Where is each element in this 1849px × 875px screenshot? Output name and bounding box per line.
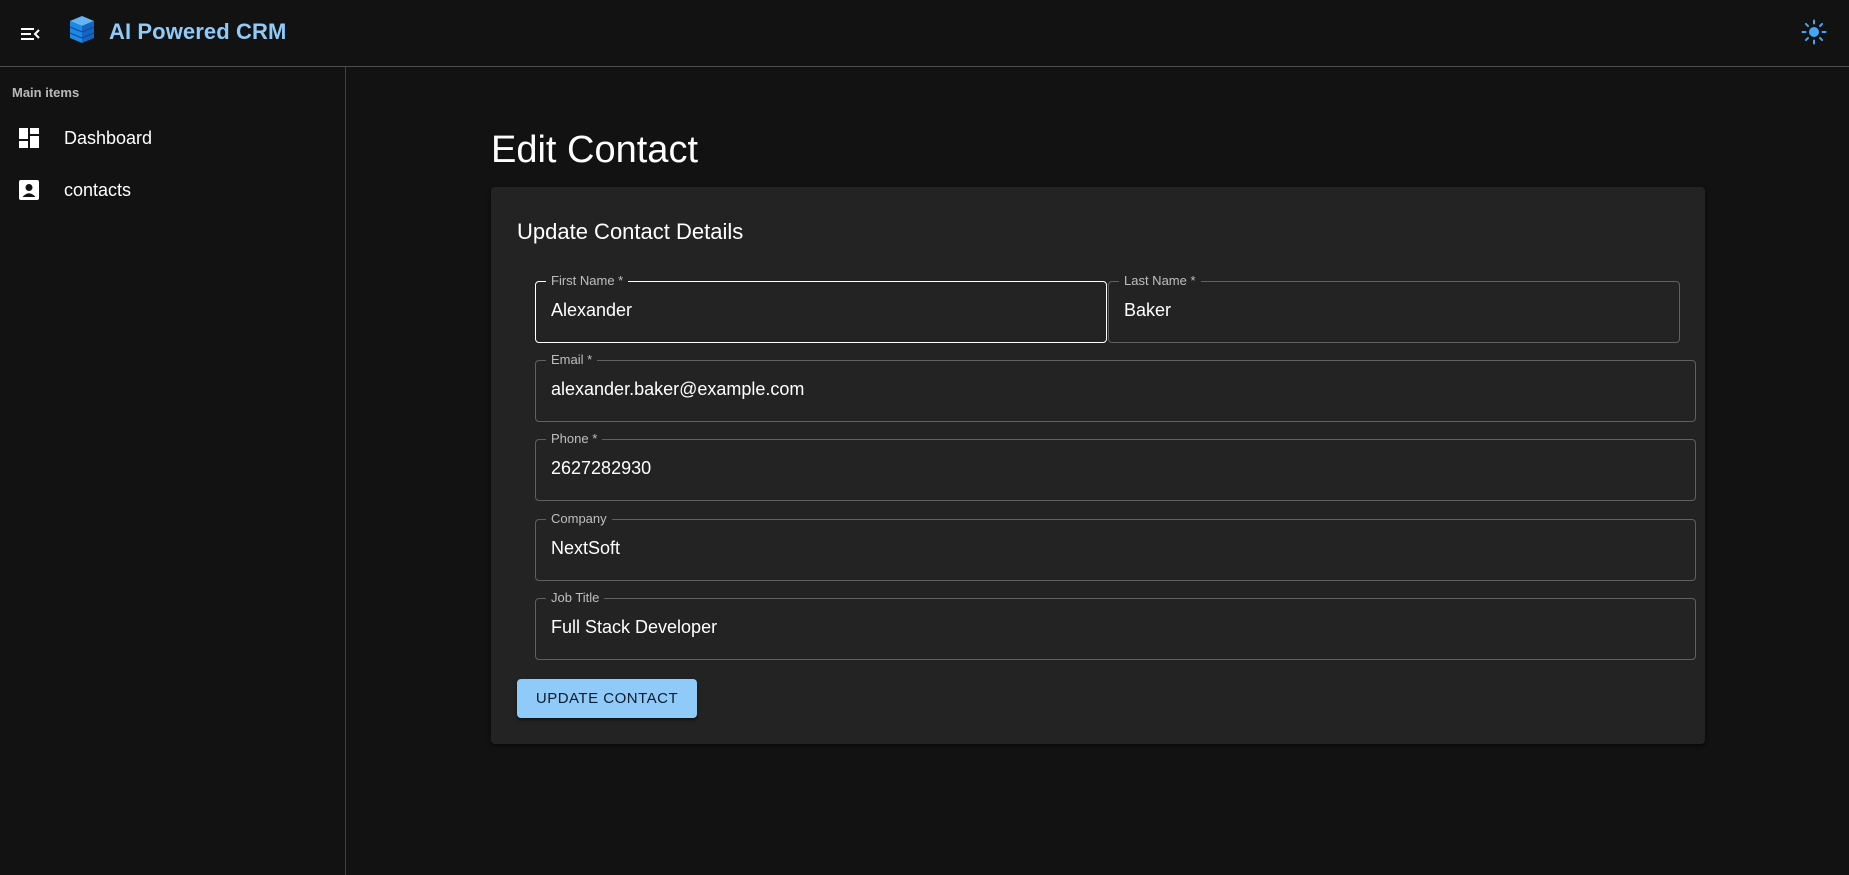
contact-card-icon [19, 180, 39, 200]
sidebar-item-contacts[interactable]: contacts [0, 164, 345, 216]
company-label: Company [546, 511, 612, 527]
company-input[interactable] [551, 538, 1680, 559]
sun-icon [1801, 19, 1827, 45]
sidebar: Main items Dashboard contacts [0, 67, 346, 875]
first-name-field[interactable]: First Name * [535, 273, 1107, 343]
stacked-blocks-logo-icon [66, 13, 98, 45]
email-input[interactable] [551, 379, 1680, 400]
menu-toggle-button[interactable] [14, 18, 46, 50]
company-field[interactable]: Company [535, 511, 1696, 581]
sidebar-item-label: Dashboard [64, 128, 153, 148]
email-label: Email * [546, 352, 598, 368]
main-content: Edit Contact Update Contact Details Firs… [347, 67, 1849, 875]
email-field[interactable]: Email * [535, 352, 1696, 422]
sidebar-header: Main items [12, 85, 80, 100]
dashboard-icon [19, 128, 39, 148]
job-title-label: Job Title [546, 590, 605, 606]
menu-collapse-icon [21, 28, 40, 40]
page-title: Edit Contact [491, 129, 698, 171]
sidebar-item-dashboard[interactable]: Dashboard [0, 112, 345, 164]
sidebar-item-label: contacts [64, 180, 132, 200]
update-contact-button[interactable]: Update Contact [517, 679, 697, 718]
first-name-label: First Name * [546, 273, 629, 289]
phone-label: Phone * [546, 431, 603, 447]
last-name-label: Last Name * [1119, 273, 1201, 289]
app-title: AI Powered CRM [109, 19, 287, 44]
form-title: Update Contact Details [517, 219, 744, 244]
edit-contact-card: Update Contact Details First Name * Last… [491, 187, 1705, 744]
phone-field[interactable]: Phone * [535, 431, 1696, 501]
first-name-input[interactable] [551, 300, 1091, 321]
last-name-field[interactable]: Last Name * [1108, 273, 1680, 343]
job-title-input[interactable] [551, 617, 1680, 638]
phone-input[interactable] [551, 458, 1680, 479]
job-title-field[interactable]: Job Title [535, 590, 1696, 660]
app-bar: AI Powered CRM [0, 0, 1849, 67]
theme-toggle-button[interactable] [1797, 15, 1831, 49]
last-name-input[interactable] [1124, 300, 1664, 321]
